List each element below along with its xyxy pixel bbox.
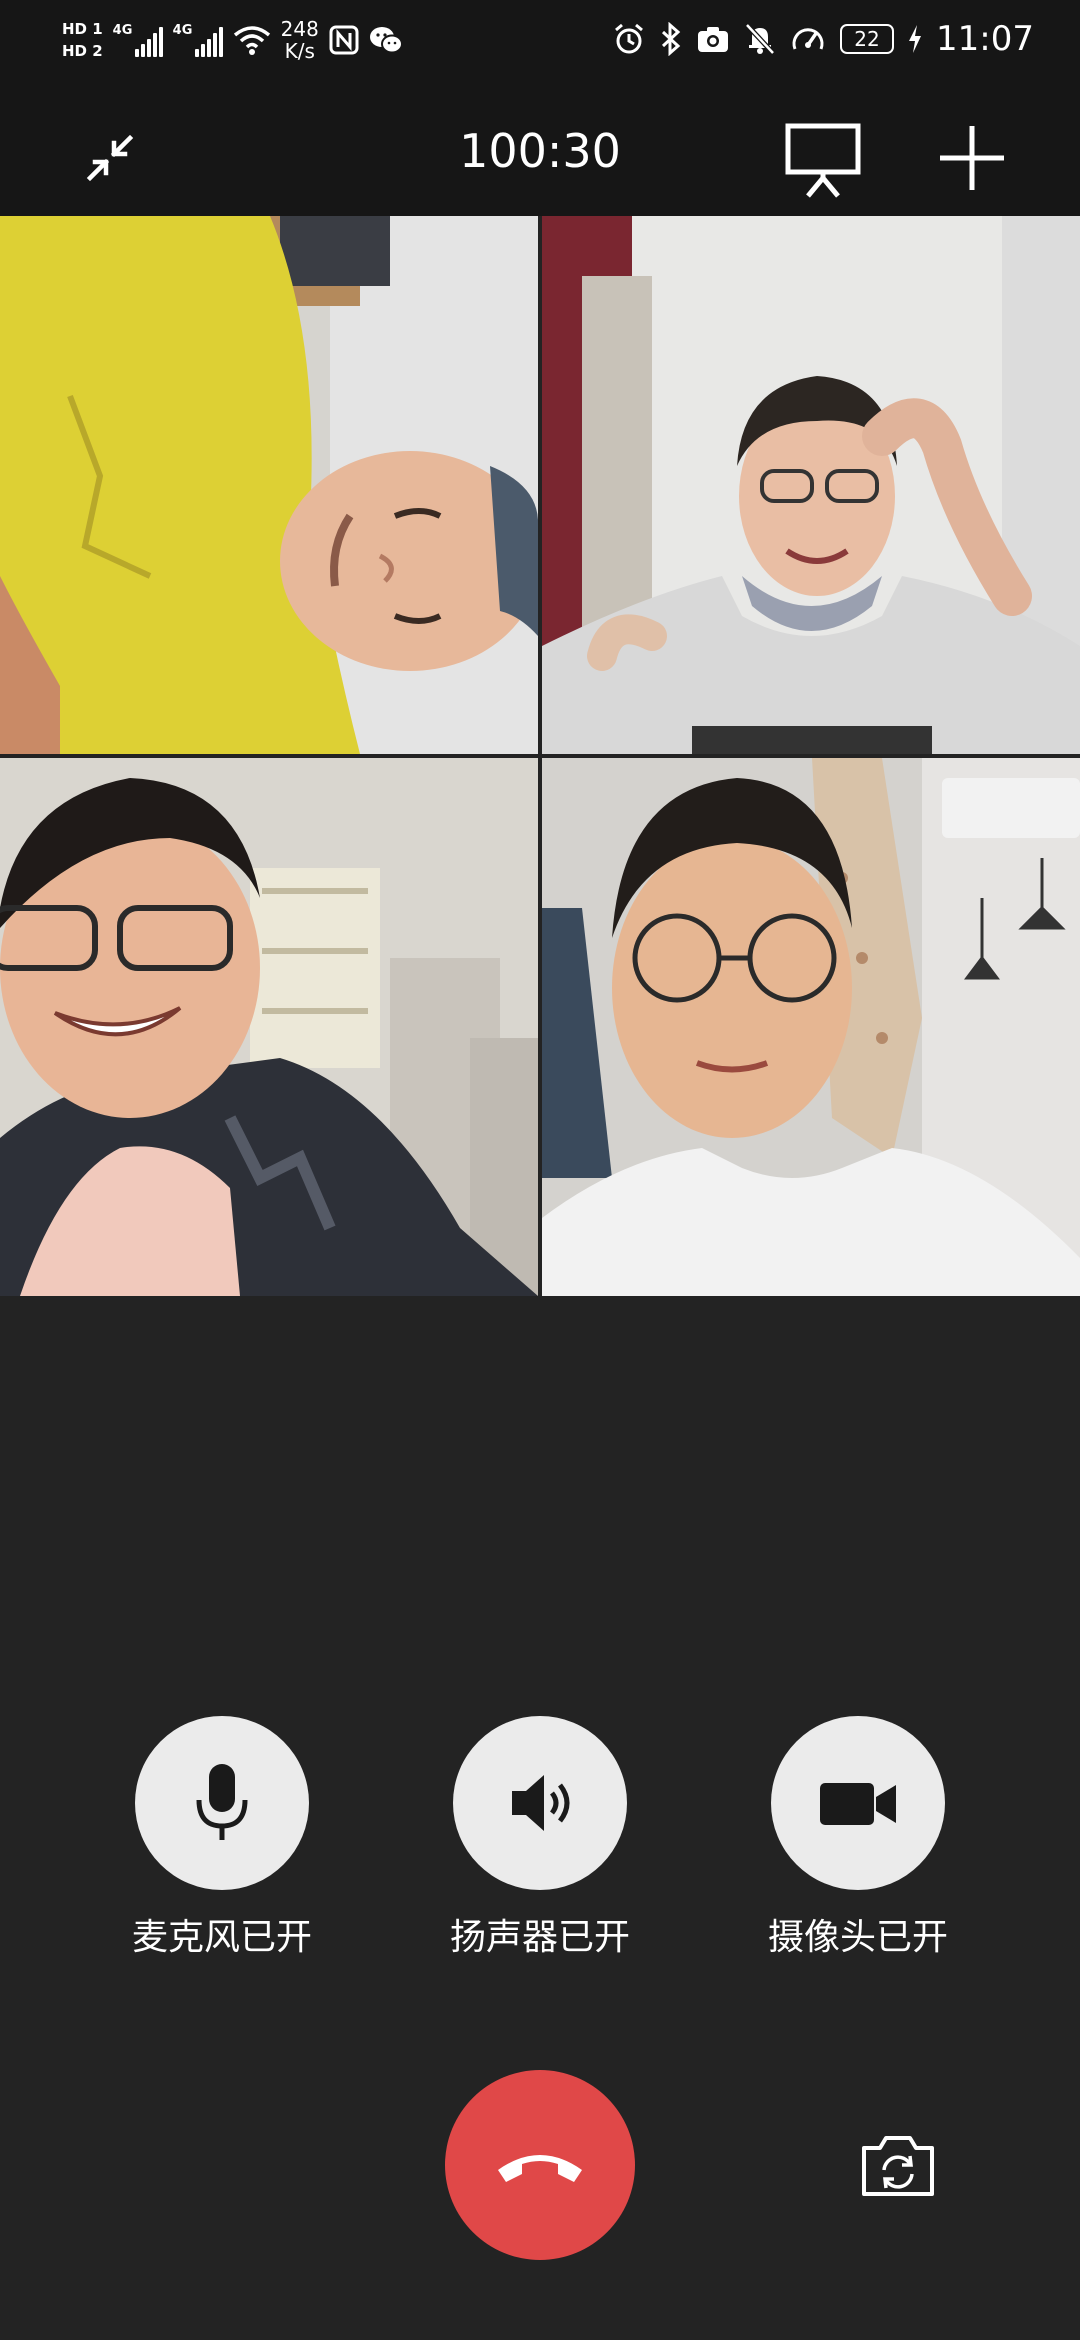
participant-video-4[interactable] [542, 758, 1080, 1296]
microphone-icon [196, 1764, 248, 1840]
switch-camera-button[interactable] [858, 2130, 938, 2200]
camera-status-icon [698, 27, 729, 52]
network-type-label: 4G [172, 23, 193, 38]
speedometer-icon [792, 28, 824, 50]
battery-indicator: 22 [840, 24, 895, 54]
hang-up-button[interactable] [445, 2070, 635, 2260]
wechat-icon [369, 27, 403, 54]
video-camera-icon [820, 1783, 896, 1825]
speed-unit: K/s [284, 39, 315, 63]
signal-icon-sim1: 4G [113, 23, 163, 57]
nfc-icon [329, 25, 359, 55]
wifi-icon [233, 26, 270, 55]
mic-control: 麦克风已开 [97, 1716, 347, 1960]
screen-share-icon [785, 123, 861, 198]
add-participant-button[interactable] [932, 118, 1012, 198]
speaker-status-label: 扬声器已开 [449, 1917, 630, 1958]
screen-share-button[interactable] [778, 118, 868, 198]
speaker-control: 扬声器已开 [415, 1716, 665, 1960]
speed-value: 248 [280, 17, 319, 41]
network-type-label: 4G [112, 23, 133, 38]
mic-button[interactable] [135, 1716, 309, 1890]
charging-icon [909, 25, 922, 53]
mic-status-label: 麦克风已开 [131, 1917, 312, 1958]
signal-icon-sim2: 4G [173, 23, 223, 57]
camera-button[interactable] [771, 1716, 945, 1890]
video-grid [0, 216, 1080, 1296]
camera-control: 摄像头已开 [733, 1716, 983, 1960]
camera-status-label: 摄像头已开 [767, 1917, 948, 1958]
participant-2-image [542, 216, 1080, 754]
plus-icon [940, 126, 1004, 190]
participant-1-image [0, 216, 538, 754]
switch-camera-icon [862, 2136, 934, 2196]
participant-video-3[interactable] [0, 758, 538, 1296]
sim2-hd-badge: HD 2 [62, 42, 103, 60]
sim1-hd-badge: HD 1 [62, 20, 103, 38]
status-right: 22 11:07 [612, 14, 1034, 64]
status-left: HD 1 HD 2 4G 4G 248 K/s [62, 10, 403, 70]
participant-video-1[interactable] [0, 216, 538, 754]
speaker-button[interactable] [453, 1716, 627, 1890]
bluetooth-icon [661, 22, 681, 56]
sim-indicators: HD 1 HD 2 [62, 20, 103, 60]
phone-hangup-icon [498, 2155, 582, 2182]
status-bar: HD 1 HD 2 4G 4G 248 K/s 22 11:07 [0, 0, 1080, 78]
participant-4-image [542, 758, 1080, 1296]
status-clock: 11:07 [936, 19, 1034, 59]
alarm-icon [615, 23, 643, 54]
call-top-bar: 100:30 [0, 78, 1080, 216]
participant-3-image [0, 758, 538, 1296]
video-call-screen: HD 1 HD 2 4G 4G 248 K/s 22 11:07 100:30 … [0, 0, 1080, 2340]
call-duration: 100:30 [459, 124, 621, 178]
speaker-icon [512, 1775, 570, 1831]
mute-bell-icon [745, 23, 775, 55]
participant-video-2[interactable] [542, 216, 1080, 754]
network-speed: 248 K/s [281, 18, 319, 62]
